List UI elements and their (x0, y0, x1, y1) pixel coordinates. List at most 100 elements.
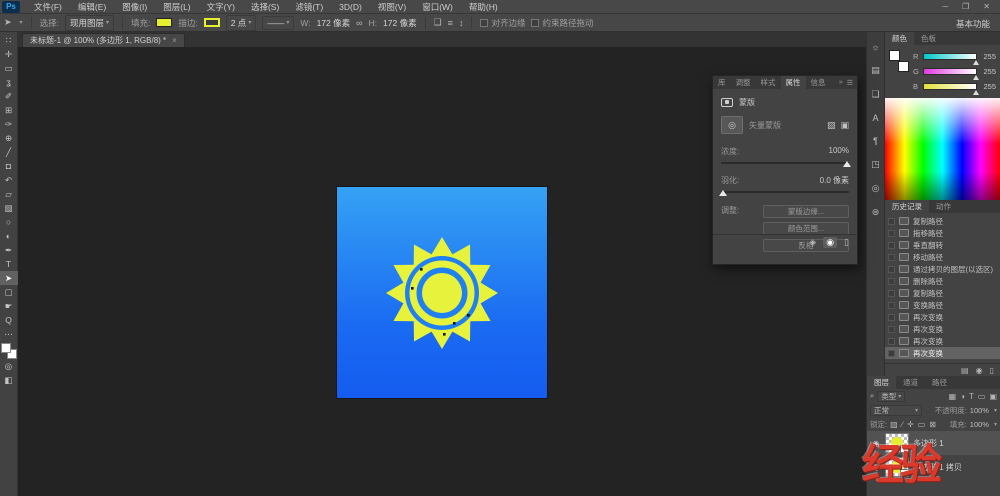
lock-transparency-icon[interactable]: ▨ (890, 420, 898, 429)
blue-slider-knob[interactable] (973, 90, 979, 95)
path-select-tool[interactable]: ➤ (0, 271, 18, 285)
eraser-tool[interactable]: ▱ (0, 187, 18, 201)
zoom-tool[interactable]: Q (0, 313, 18, 327)
menu-filter[interactable]: 滤镜(T) (287, 0, 331, 14)
minimize-icon[interactable]: ─ (942, 2, 948, 11)
history-source-well[interactable] (888, 326, 895, 333)
workspace-switcher[interactable]: 基本功能 (956, 18, 990, 30)
delete-state-trash-icon[interactable]: ▯ (990, 366, 994, 375)
load-selection-icon[interactable]: ▫ (799, 238, 802, 248)
history-entry[interactable]: 再次变换 (885, 335, 1000, 347)
clone-stamp-tool[interactable]: ◘ (0, 159, 18, 173)
align-edges-checkbox[interactable]: 对齐边缘 (480, 17, 525, 29)
link-dimensions-icon[interactable]: ∞ (356, 18, 362, 28)
adjustments-panel-icon[interactable]: ☼ (871, 42, 879, 52)
lasso-tool[interactable]: ʓ (0, 75, 18, 89)
type-tool[interactable]: T (0, 257, 18, 271)
blue-slider[interactable] (923, 83, 977, 90)
menu-window[interactable]: 窗口(W) (414, 0, 461, 14)
menu-3d[interactable]: 3D(D) (331, 0, 370, 14)
path-arrangement-icon[interactable]: ↕ (459, 18, 464, 28)
color-spectrum-picker[interactable] (884, 98, 1000, 200)
quick-select-tool[interactable]: ✐ (0, 89, 18, 103)
tab-actions[interactable]: 动作 (929, 200, 958, 213)
active-tool-icon[interactable]: ➤ (4, 17, 12, 28)
hand-tool[interactable]: ☛ (0, 299, 18, 313)
green-value[interactable]: 255 (980, 67, 996, 76)
blend-mode-dropdown[interactable]: 正常▾ (870, 405, 922, 416)
add-vector-mask-icon[interactable]: ▣ (840, 120, 849, 131)
filter-type-layers-icon[interactable]: T (969, 392, 974, 401)
select-mode-dropdown[interactable]: 现用图层▾ (65, 15, 114, 31)
menu-image[interactable]: 图像(I) (114, 0, 155, 14)
pen-tool[interactable]: ✒ (0, 243, 18, 257)
history-brush-tool[interactable]: ↶ (0, 173, 18, 187)
collapse-panel-icon[interactable]: » (839, 79, 843, 86)
feather-slider-knob[interactable] (719, 190, 727, 196)
stroke-style-dropdown[interactable]: ——▾ (262, 16, 294, 30)
history-source-well[interactable] (888, 254, 895, 261)
dodge-tool[interactable]: ◐ (0, 229, 18, 243)
add-pixel-mask-icon[interactable]: ▨ (827, 120, 836, 131)
crop-tool[interactable]: ⊞ (0, 103, 18, 117)
document-tab[interactable]: 未标题-1 @ 100% (多边形 1, RGB/8) * × (22, 33, 185, 47)
sun-shape[interactable] (367, 218, 517, 368)
menu-file[interactable]: 文件(F) (26, 0, 70, 14)
stroke-width-dropdown[interactable]: 2 点▾ (226, 15, 257, 31)
red-slider[interactable] (923, 53, 977, 60)
density-slider[interactable] (721, 162, 849, 164)
history-source-well[interactable] (888, 230, 895, 237)
menu-type[interactable]: 文字(Y) (199, 0, 243, 14)
tab-history[interactable]: 历史记录 (885, 200, 929, 213)
tab-swatches[interactable]: 色板 (914, 32, 943, 45)
fill-swatch[interactable] (156, 18, 172, 27)
marquee-tool[interactable]: ▭ (0, 61, 18, 75)
history-source-well[interactable] (888, 302, 895, 309)
tab-adjustments[interactable]: 调整 (731, 76, 756, 89)
tab-properties[interactable]: 属性 (781, 76, 806, 89)
toolbar-grip[interactable]: ∷ (0, 33, 18, 47)
history-entry[interactable]: 垂直翻转 (885, 239, 1000, 251)
tab-libraries[interactable]: 库 (713, 76, 731, 89)
brush-tool[interactable]: ╱ (0, 145, 18, 159)
opacity-value[interactable]: 100% (970, 406, 989, 415)
gradient-tool[interactable]: ▧ (0, 201, 18, 215)
tab-close-icon[interactable]: × (172, 36, 177, 45)
history-entry[interactable]: 通过拷贝的图层(以选区) (885, 263, 1000, 275)
menu-view[interactable]: 视图(V) (370, 0, 414, 14)
history-source-well[interactable] (888, 242, 895, 249)
blue-value[interactable]: 255 (980, 82, 996, 91)
history-entry[interactable]: 复制路径 (885, 287, 1000, 299)
vector-mask-thumbnail-button[interactable]: ◎ (721, 116, 743, 134)
lock-all-icon[interactable]: ⊠ (929, 420, 936, 429)
histogram-panel-icon[interactable]: ▤ (871, 65, 880, 76)
tool-preset-caret-icon[interactable]: ▾ (20, 19, 23, 26)
paragraph-panel-icon[interactable]: ¶ (873, 136, 878, 146)
screen-mode-button[interactable]: ◧ (0, 373, 18, 387)
tab-info[interactable]: 信息 (806, 76, 831, 89)
layer-filter-dropdown[interactable]: 类型▾ (877, 391, 905, 402)
navigator-panel-icon[interactable]: ❏ (871, 89, 879, 100)
new-snapshot-camera-icon[interactable]: ◉ (976, 366, 983, 375)
tab-channels[interactable]: 通道 (896, 376, 925, 389)
lock-position-icon[interactable]: ✛ (907, 420, 914, 429)
history-source-well[interactable] (888, 314, 895, 321)
quick-mask-button[interactable]: ◎ (0, 359, 18, 373)
menu-help[interactable]: 帮助(H) (461, 0, 506, 14)
filter-adjustment-layers-icon[interactable]: ◑ (960, 392, 965, 401)
history-entry[interactable]: 拖移路径 (885, 227, 1000, 239)
eyedropper-tool[interactable]: ✑ (0, 117, 18, 131)
tab-color[interactable]: 颜色 (885, 32, 914, 45)
background-color-swatch[interactable] (898, 61, 909, 72)
history-source-well[interactable] (888, 290, 895, 297)
apply-mask-icon[interactable]: ◈ (809, 237, 816, 248)
history-entry-selected[interactable]: 再次变换 (885, 347, 1000, 359)
tab-styles[interactable]: 样式 (756, 76, 781, 89)
constrain-path-drag-checkbox[interactable]: 约束路径拖动 (531, 17, 593, 29)
red-value[interactable]: 255 (980, 52, 996, 61)
delete-mask-trash-icon[interactable]: ▯ (844, 237, 849, 248)
foreground-color-swatch[interactable] (1, 343, 11, 353)
blur-tool[interactable]: ○ (0, 215, 18, 229)
feather-slider[interactable] (721, 191, 849, 193)
menu-edit[interactable]: 编辑(E) (70, 0, 114, 14)
